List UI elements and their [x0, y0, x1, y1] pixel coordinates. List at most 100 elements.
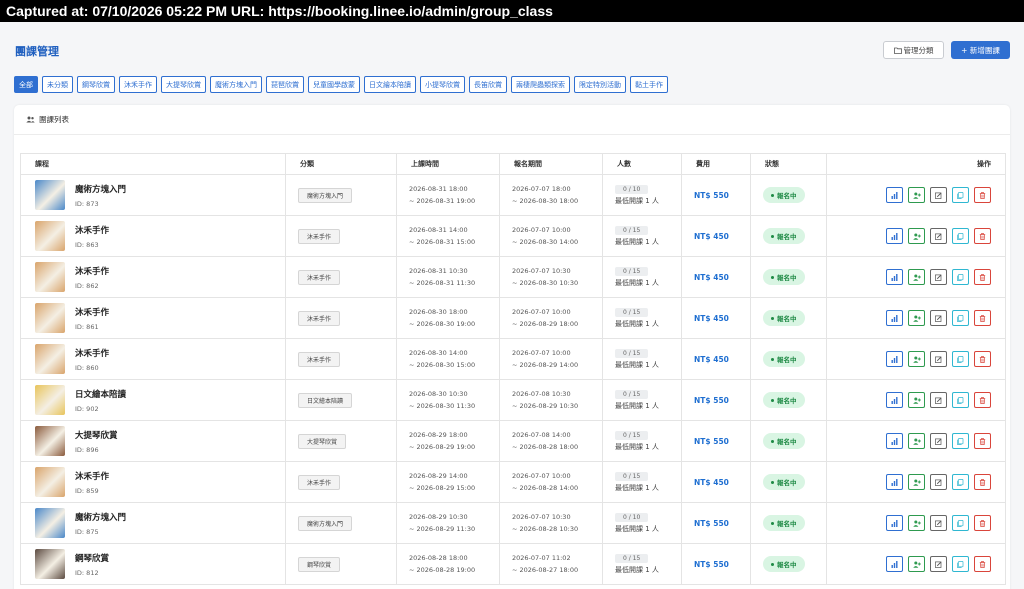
course-name[interactable]: 沐禾手作 — [75, 306, 109, 318]
filter-chip[interactable]: 全部 — [14, 76, 38, 93]
course-name[interactable]: 沐禾手作 — [75, 224, 109, 236]
course-name[interactable]: 沐禾手作 — [75, 347, 109, 359]
delete-button[interactable] — [974, 351, 991, 367]
add-member-button[interactable] — [908, 392, 925, 408]
copy-button[interactable] — [952, 187, 969, 203]
status-dot — [771, 521, 774, 525]
stats-button[interactable] — [886, 433, 903, 449]
delete-button[interactable] — [974, 474, 991, 490]
copy-button[interactable] — [952, 269, 969, 285]
stats-button[interactable] — [886, 474, 903, 490]
filter-chip[interactable]: 鋼琴欣賞 — [77, 76, 115, 93]
delete-button[interactable] — [974, 433, 991, 449]
course-thumbnail — [35, 262, 65, 292]
copy-button[interactable] — [952, 310, 969, 326]
status-cell: 報名中 — [750, 215, 827, 257]
fee-cell: NT$ 450 — [681, 215, 751, 257]
edit-icon — [935, 315, 942, 322]
delete-button[interactable] — [974, 228, 991, 244]
manage-categories-label: 管理分類 — [903, 45, 934, 55]
course-thumbnail — [35, 221, 65, 251]
course-name[interactable]: 魔術方塊入門 — [75, 511, 126, 523]
edit-button[interactable] — [930, 515, 947, 531]
stats-button[interactable] — [886, 228, 903, 244]
delete-button[interactable] — [974, 515, 991, 531]
filter-chip[interactable]: 兩棲爬蟲類探索 — [511, 76, 570, 93]
edit-button[interactable] — [930, 474, 947, 490]
registration-period-cell: 2026-07-08 10:30 ~ 2026-08-29 10:30 — [499, 379, 603, 421]
edit-button[interactable] — [930, 392, 947, 408]
filter-chip[interactable]: 長笛欣賞 — [469, 76, 507, 93]
row-actions — [839, 433, 1005, 449]
edit-button[interactable] — [930, 351, 947, 367]
status-dot — [771, 398, 774, 402]
stats-button[interactable] — [886, 187, 903, 203]
add-member-button[interactable] — [908, 351, 925, 367]
edit-button[interactable] — [930, 556, 947, 572]
add-member-button[interactable] — [908, 269, 925, 285]
filter-chip[interactable]: 未分類 — [42, 76, 73, 93]
course-name[interactable]: 大提琴欣賞 — [75, 429, 118, 441]
filter-chip[interactable]: 黏土手作 — [630, 76, 668, 93]
stats-button[interactable] — [886, 269, 903, 285]
course-name[interactable]: 沐禾手作 — [75, 470, 109, 482]
filter-chip[interactable]: 大提琴欣賞 — [161, 76, 206, 93]
delete-button[interactable] — [974, 310, 991, 326]
filter-chip[interactable]: 日文繪本陪讀 — [364, 76, 416, 93]
add-member-button[interactable] — [908, 228, 925, 244]
edit-button[interactable] — [930, 187, 947, 203]
edit-button[interactable] — [930, 228, 947, 244]
stats-button[interactable] — [886, 515, 903, 531]
row-actions — [839, 269, 1005, 285]
filter-chip[interactable]: 小提琴欣賞 — [420, 76, 465, 93]
course-name[interactable]: 鋼琴欣賞 — [75, 552, 109, 564]
delete-button[interactable] — [974, 392, 991, 408]
edit-button[interactable] — [930, 269, 947, 285]
table-row: 沐禾手作 ID: 861 沐禾手作 2026-08-30 18:00 ~ 2026-08… — [20, 297, 1006, 339]
category-filter-bar: 全部 未分類 鋼琴欣賞 沐禾手作 大提琴欣賞 魔術方塊入門 琵琶欣賞 兒童國學啟蒙 日文繪本陪讀… — [14, 76, 668, 93]
add-member-button[interactable] — [908, 433, 925, 449]
course-cell: 鋼琴欣賞 ID: 812 — [20, 543, 286, 585]
add-member-button[interactable] — [908, 310, 925, 326]
edit-button[interactable] — [930, 433, 947, 449]
add-member-button[interactable] — [908, 556, 925, 572]
stats-button[interactable] — [886, 556, 903, 572]
course-text: 日文繪本陪讀 ID: 902 — [75, 388, 126, 413]
stats-button[interactable] — [886, 392, 903, 408]
copy-button[interactable] — [952, 392, 969, 408]
copy-button[interactable] — [952, 351, 969, 367]
copy-button[interactable] — [952, 556, 969, 572]
class-time-cell: 2026-08-28 18:00 ~ 2026-08-28 19:00 — [396, 543, 500, 585]
add-class-button[interactable]: + 新增團課 — [951, 41, 1010, 59]
add-member-button[interactable] — [908, 515, 925, 531]
stats-button[interactable] — [886, 310, 903, 326]
course-name[interactable]: 沐禾手作 — [75, 265, 109, 277]
copy-button[interactable] — [952, 433, 969, 449]
manage-categories-button[interactable]: 管理分類 — [883, 41, 944, 59]
class-time-end: ~ 2026-08-29 11:30 — [409, 525, 476, 533]
course-name[interactable]: 日文繪本陪讀 — [75, 388, 126, 400]
course-name[interactable]: 魔術方塊入門 — [75, 183, 126, 195]
course-id: ID: 860 — [75, 363, 99, 372]
copy-button[interactable] — [952, 228, 969, 244]
filter-chip[interactable]: 琵琶欣賞 — [266, 76, 304, 93]
participant-count: 0 / 15 — [615, 471, 649, 481]
filter-chip[interactable]: 兒童國學啟蒙 — [308, 76, 360, 93]
copy-button[interactable] — [952, 515, 969, 531]
course-text: 大提琴欣賞 ID: 896 — [75, 429, 118, 454]
status-cell: 報名中 — [750, 256, 827, 298]
edit-icon — [935, 192, 942, 199]
edit-button[interactable] — [930, 310, 947, 326]
add-member-button[interactable] — [908, 187, 925, 203]
filter-chip[interactable]: 魔術方塊入門 — [210, 76, 262, 93]
status-label: 報名中 — [777, 233, 797, 241]
delete-button[interactable] — [974, 556, 991, 572]
copy-button[interactable] — [952, 474, 969, 490]
filter-chip[interactable]: 限定特別活動 — [574, 76, 626, 93]
delete-button[interactable] — [974, 269, 991, 285]
stats-button[interactable] — [886, 351, 903, 367]
delete-icon — [979, 437, 986, 445]
add-member-button[interactable] — [908, 474, 925, 490]
filter-chip[interactable]: 沐禾手作 — [119, 76, 157, 93]
delete-button[interactable] — [974, 187, 991, 203]
